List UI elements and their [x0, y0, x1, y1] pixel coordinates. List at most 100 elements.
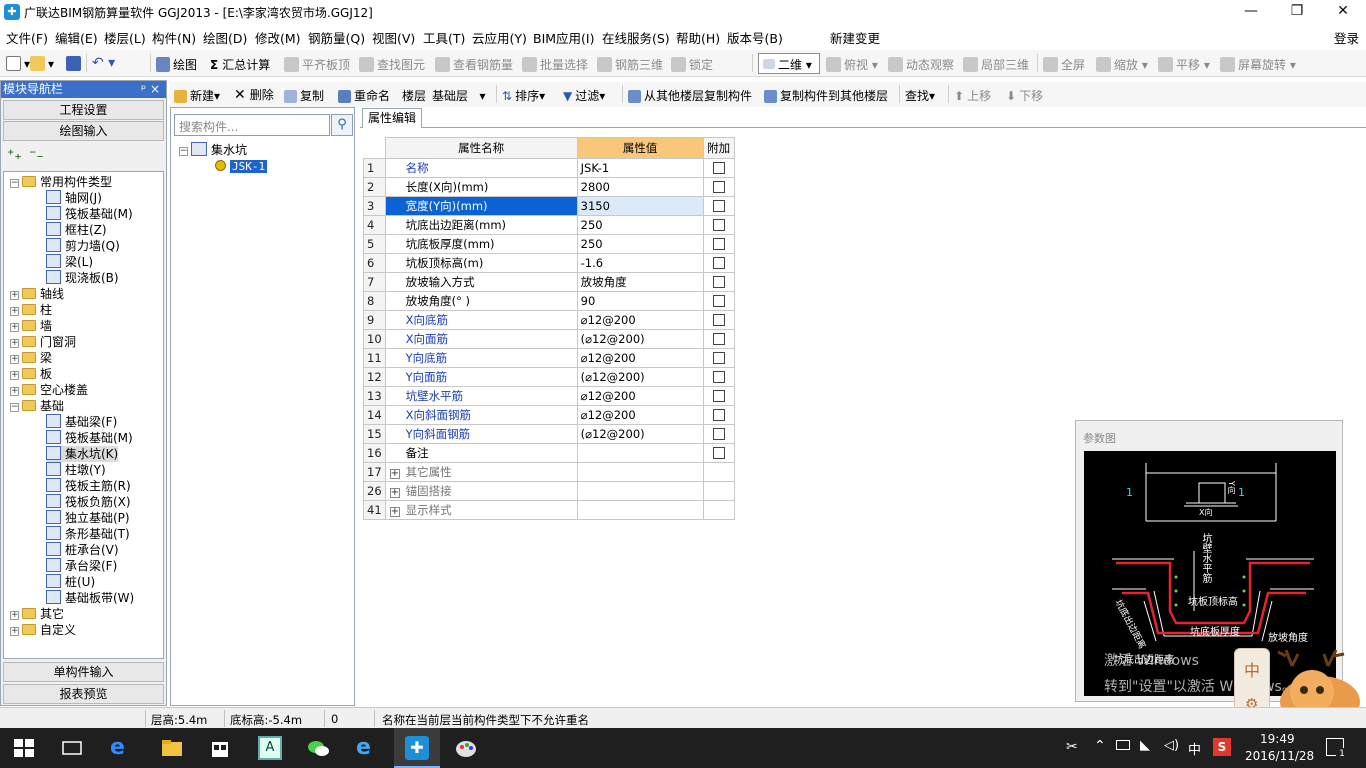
- collapse-icon[interactable]: −: [10, 179, 19, 188]
- view-rebar-button[interactable]: 查看钢筋量: [435, 56, 513, 73]
- menu-component[interactable]: 构件(N): [152, 28, 196, 47]
- property-value[interactable]: 放坡角度: [576, 272, 704, 292]
- tree-item-foundation-beam[interactable]: 基础梁(F): [46, 414, 117, 430]
- expand-icon[interactable]: +: [10, 323, 19, 332]
- tree-node-hollow-floor[interactable]: + 空心楼盖: [10, 382, 88, 398]
- batch-select-button[interactable]: 批量选择: [522, 56, 588, 73]
- property-value[interactable]: ⌀12@200: [576, 386, 704, 406]
- property-row[interactable]: 12 Y向面筋 (⌀12@200): [363, 367, 735, 387]
- property-row[interactable]: 8 放坡角度(° ) 90: [363, 291, 735, 311]
- expand-all-icon[interactable]: ⁺₊: [7, 147, 22, 163]
- extra-checkbox[interactable]: [712, 352, 725, 364]
- tree-item-sump-pit[interactable]: 集水坑(K): [46, 446, 119, 462]
- open-file-button[interactable]: ▾: [30, 56, 54, 71]
- ggj-app-icon[interactable]: A: [258, 736, 282, 760]
- screen-rotate-button[interactable]: 屏幕旋转 ▾: [1220, 56, 1296, 73]
- tree-node-axis[interactable]: + 轴线: [10, 286, 64, 302]
- tree-node-other[interactable]: + 其它: [10, 606, 64, 622]
- menu-file[interactable]: 文件(F): [6, 28, 48, 47]
- tree-item-pile-cap[interactable]: 桩承台(V): [46, 542, 119, 558]
- extra-checkbox[interactable]: [712, 447, 725, 459]
- component-group-sump-pit[interactable]: − 集水坑: [179, 142, 247, 158]
- wifi-icon[interactable]: ◣: [1140, 738, 1150, 753]
- expand-icon[interactable]: +: [10, 339, 19, 348]
- menu-online[interactable]: 在线服务(S): [602, 28, 670, 47]
- ime-indicator[interactable]: 中: [1188, 739, 1201, 758]
- menu-view[interactable]: 视图(V): [372, 28, 415, 47]
- menu-version[interactable]: 版本号(B): [727, 28, 783, 47]
- property-name[interactable]: 坑底出边距离(mm): [384, 215, 578, 235]
- find-button[interactable]: 查找▾: [905, 87, 935, 104]
- dynamic-view-button[interactable]: 动态观察: [888, 56, 954, 73]
- rename-button[interactable]: 重命名: [338, 87, 390, 104]
- property-row[interactable]: 11 Y向底筋 ⌀12@200: [363, 348, 735, 368]
- property-value[interactable]: ⌀12@200: [576, 310, 704, 330]
- tab-property-edit[interactable]: 属性编辑: [362, 108, 422, 128]
- tree-item-isolated-footing[interactable]: 独立基础(P): [46, 510, 130, 526]
- property-value[interactable]: (⌀12@200): [576, 424, 704, 444]
- extra-checkbox[interactable]: [712, 390, 725, 402]
- sort-button[interactable]: ⇅ 排序▾: [502, 87, 545, 104]
- property-value[interactable]: ⌀12@200: [576, 348, 704, 368]
- extra-checkbox[interactable]: [712, 333, 725, 345]
- property-name[interactable]: 名称: [384, 158, 578, 178]
- property-name[interactable]: X向底筋: [384, 310, 578, 330]
- property-group-name[interactable]: + 其它属性: [384, 462, 578, 482]
- menu-new-change[interactable]: 新建变更: [830, 28, 880, 47]
- tree-node-door-window[interactable]: + 门窗洞: [10, 334, 76, 350]
- view-mode-select[interactable]: 二维 ▾: [758, 53, 820, 74]
- tree-node-beam[interactable]: + 梁: [10, 350, 52, 366]
- single-input-button[interactable]: 单构件输入: [3, 662, 164, 682]
- top-view-button[interactable]: 俯视 ▾: [826, 56, 878, 73]
- property-value[interactable]: [576, 443, 704, 463]
- floor-select[interactable]: 基础层 ▾: [432, 87, 485, 104]
- search-input[interactable]: 搜索构件...: [174, 114, 330, 136]
- drawing-input-button[interactable]: 绘图输入: [3, 121, 164, 141]
- property-name[interactable]: 放坡输入方式: [384, 272, 578, 292]
- delete-button[interactable]: ✕ 删除: [234, 86, 274, 103]
- property-value[interactable]: 90: [576, 291, 704, 311]
- menu-cloud[interactable]: 云应用(Y): [472, 28, 527, 47]
- menu-edit[interactable]: 编辑(E): [55, 28, 98, 47]
- tree-item-column-pier[interactable]: 柱墩(Y): [46, 462, 106, 478]
- property-name[interactable]: 坑壁水平筋: [384, 386, 578, 406]
- tree-item-shear-wall[interactable]: 剪力墙(Q): [46, 238, 120, 254]
- property-value[interactable]: (⌀12@200): [576, 367, 704, 387]
- extra-checkbox[interactable]: [712, 276, 725, 288]
- tree-node-foundation[interactable]: − 基础: [10, 398, 64, 414]
- sum-calc-button[interactable]: Σ 汇总计算: [210, 56, 270, 73]
- property-row[interactable]: 1 名称 JSK-1: [363, 158, 735, 178]
- tree-item-raft-foundation[interactable]: 筏板基础(M): [46, 430, 133, 446]
- property-name[interactable]: 备注: [384, 443, 578, 463]
- tree-node-common[interactable]: − 常用构件类型: [10, 174, 112, 190]
- volume-icon[interactable]: ◁): [1164, 738, 1179, 753]
- property-row[interactable]: 15 Y向斜面钢筋 (⌀12@200): [363, 424, 735, 444]
- fullscreen-button[interactable]: 全屏: [1043, 56, 1085, 73]
- property-row[interactable]: 13 坑壁水平筋 ⌀12@200: [363, 386, 735, 406]
- maximize-button[interactable]: ❐: [1274, 0, 1320, 24]
- menu-help[interactable]: 帮助(H): [676, 28, 720, 47]
- property-name[interactable]: Y向斜面钢筋: [384, 424, 578, 444]
- expand-icon[interactable]: +: [10, 291, 19, 300]
- tree-node-custom[interactable]: + 自定义: [10, 622, 76, 638]
- extra-checkbox[interactable]: [712, 257, 725, 269]
- menu-floor[interactable]: 楼层(L): [104, 28, 146, 47]
- property-row[interactable]: 5 坑底板厚度(mm) 250: [363, 234, 735, 254]
- property-row[interactable]: 2 长度(X向)(mm) 2800: [363, 177, 735, 197]
- tree-item-frame-column[interactable]: 框柱(Z): [46, 222, 107, 238]
- tree-node-wall[interactable]: + 墙: [10, 318, 52, 334]
- copy-from-floor-button[interactable]: 从其他楼层复制构件: [628, 87, 752, 104]
- scissors-icon[interactable]: ✂: [1066, 739, 1078, 755]
- property-row[interactable]: 16 备注: [363, 443, 735, 463]
- project-settings-button[interactable]: 工程设置: [3, 100, 164, 120]
- collapse-icon[interactable]: −: [10, 403, 19, 412]
- property-group-row[interactable]: 41 + 显示样式: [363, 500, 735, 520]
- pin-close-icons[interactable]: ᵖ ×: [141, 81, 160, 98]
- save-button[interactable]: [66, 56, 84, 71]
- tree-item-axis-grid[interactable]: 轴网(J): [46, 190, 102, 206]
- expand-icon[interactable]: +: [10, 611, 19, 620]
- pan-button[interactable]: 平移 ▾: [1158, 56, 1210, 73]
- property-row[interactable]: 3 宽度(Y向)(mm) 3150: [363, 196, 735, 216]
- component-item-jsk1[interactable]: JSK-1: [215, 158, 268, 174]
- tree-item-cast-slab[interactable]: 现浇板(B): [46, 270, 119, 286]
